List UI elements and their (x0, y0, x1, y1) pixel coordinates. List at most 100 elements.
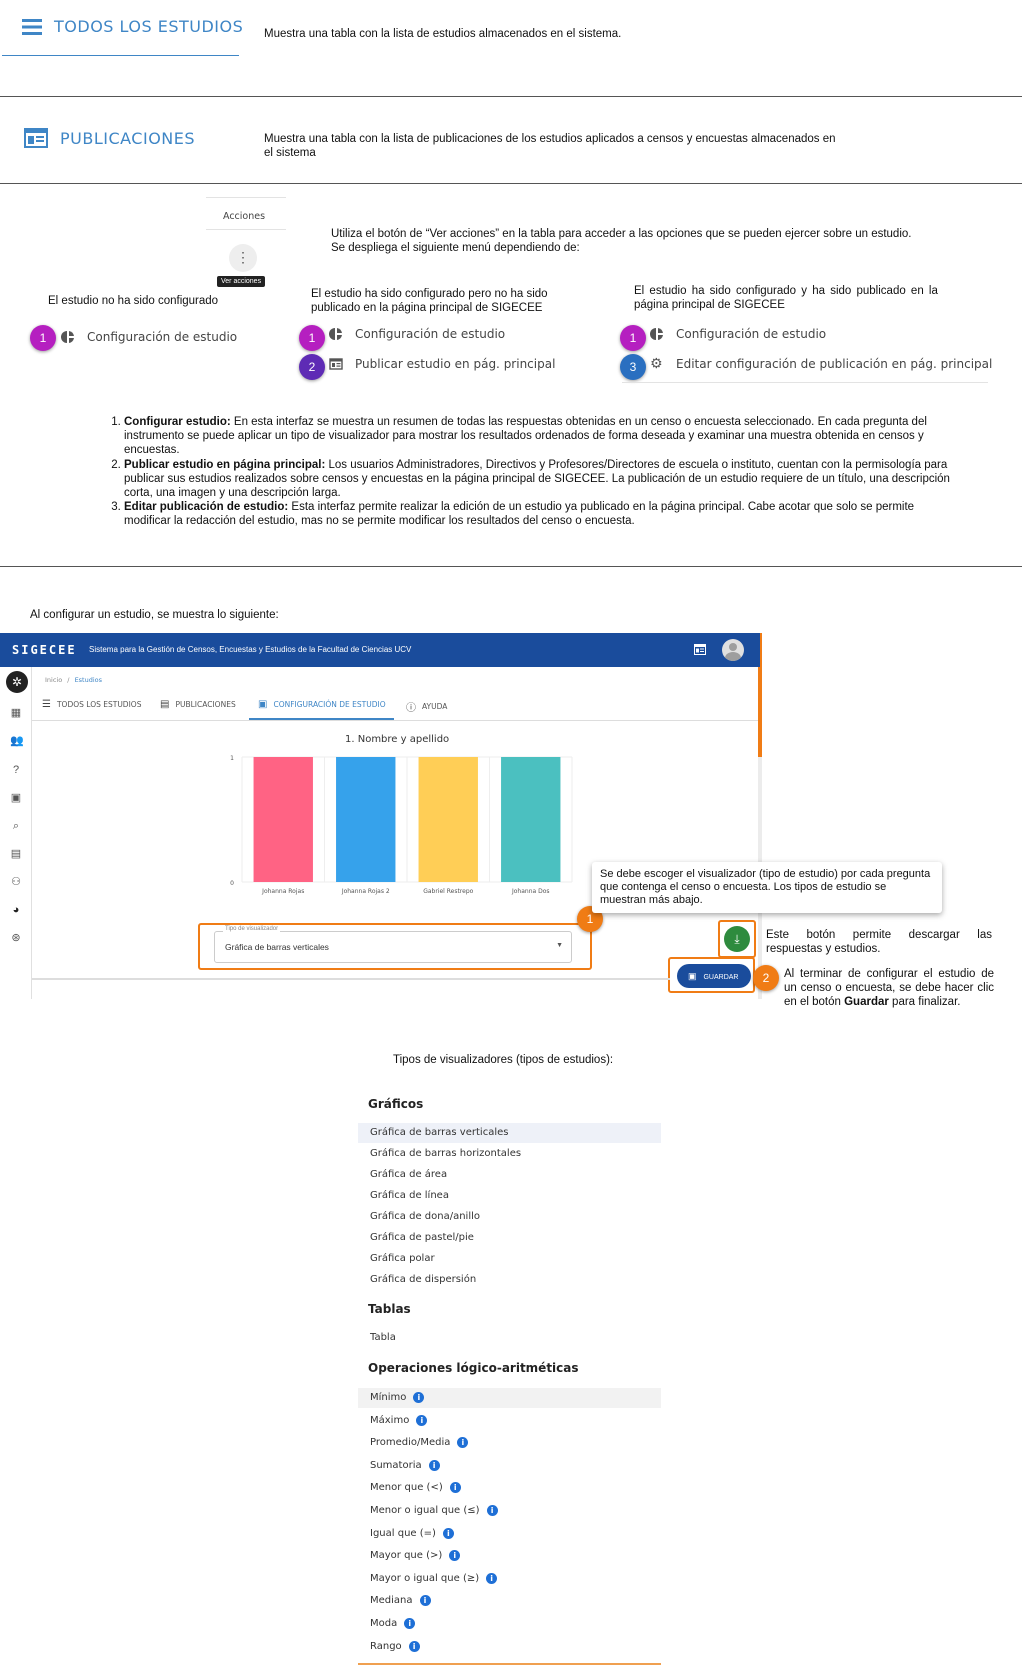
info-icon[interactable]: i (404, 1618, 416, 1629)
list-item-grafico[interactable]: Gráfica de dispersión (370, 1274, 476, 1285)
app-bar-scroll-accent (760, 633, 762, 667)
list-item-tabla[interactable]: Tabla (370, 1332, 396, 1343)
list-item-operacion[interactable]: Máximo i (370, 1414, 428, 1426)
tabs-bottom-line (32, 720, 758, 721)
publish-icon (329, 358, 343, 370)
list-item-grafico[interactable]: Gráfica de área (370, 1169, 447, 1180)
sidebar: ✲ ▦ 👥 ? ▣ ⌕ ▤ ⚇ ◕ ⊛ (0, 667, 32, 999)
publications-icon (24, 128, 48, 148)
operaciones-heading: Operaciones lógico-aritméticas (368, 1361, 579, 1375)
publications-icon[interactable] (694, 644, 706, 655)
app-subtitle: Sistema para la Gestión de Censos, Encue… (89, 645, 412, 654)
acciones-intro-2: Se despliega el siguiente menú dependien… (331, 242, 580, 254)
list-item-grafico[interactable]: Gráfica de barras verticales (370, 1127, 508, 1138)
info-icon[interactable]: i (486, 1505, 498, 1516)
case2-menu-item-publicar[interactable]: Publicar estudio en pág. principal (329, 357, 555, 371)
list-item-operacion[interactable]: Sumatoria i (370, 1459, 440, 1471)
operacion-label: Menor o igual que (≤) (370, 1505, 480, 1516)
help-icon[interactable]: ? (10, 764, 22, 776)
list-item-operacion[interactable]: Mínimo i (370, 1392, 425, 1403)
app-tab-publicaciones[interactable]: ▤ PUBLICACIONES (160, 699, 236, 710)
list-item-operacion[interactable]: Mediana i (370, 1595, 431, 1607)
list-item-grafico[interactable]: Gráfica de barras horizontales (370, 1148, 521, 1159)
search-icon[interactable]: ⌕ (10, 820, 22, 832)
info-icon[interactable]: i (486, 1572, 498, 1584)
list-item-operacion[interactable]: Promedio/Media i (370, 1437, 469, 1449)
case3-menu-item-configuracion[interactable]: Configuración de estudio (650, 327, 826, 341)
case2-title-1: El estudio ha sido configurado pero no h… (311, 288, 548, 300)
report-icon[interactable]: ▤ (10, 848, 22, 860)
settings-tab-icon: ▣ (258, 699, 268, 710)
publicaciones-description-2: el sistema (264, 147, 316, 159)
breadcrumb-home[interactable]: Inicio (45, 676, 62, 684)
save-note: Al terminar de configurar el estudio de … (784, 968, 994, 1008)
list-item-operacion[interactable]: Igual que (=) i (370, 1527, 454, 1539)
list-item-operacion[interactable]: Menor que (<) i (370, 1482, 461, 1494)
case3-badge-3: 3 (620, 354, 646, 380)
info-icon[interactable]: i (449, 1550, 461, 1562)
list-item-grafico[interactable]: Gráfica de línea (370, 1190, 449, 1201)
dashboard-icon[interactable]: ▦ (10, 707, 22, 719)
case3-title-2: página principal de SIGECEE (634, 299, 785, 311)
list-item-grafico[interactable]: Gráfica polar (370, 1253, 435, 1264)
app-bar: SIGECEE Sistema para la Gestión de Censo… (0, 633, 762, 667)
info-icon[interactable]: i (428, 1459, 440, 1471)
x-tick-label: Gabriel Restrepo (423, 888, 473, 895)
case1-menu-item-configuracion[interactable]: Configuración de estudio (61, 330, 237, 344)
acciones-header: Acciones (223, 211, 266, 222)
x-tick-label: Johanna Dos (511, 888, 550, 895)
y-tick-label: 1 (230, 755, 234, 762)
avatar[interactable] (722, 639, 744, 661)
pie-chart-icon[interactable]: ◕ (10, 904, 22, 916)
list-item-operacion[interactable]: Mayor que (>) i (370, 1550, 461, 1562)
list-item-operacion[interactable]: Moda i (370, 1618, 416, 1629)
visualizers-heading: Tipos de visualizadores (tipos de estudi… (393, 1054, 614, 1066)
todos-section: TODOS LOS ESTUDIOS Muestra una tabla con… (0, 0, 1022, 60)
app-tab-ayuda[interactable]: ⓘ AYUDA (406, 699, 447, 714)
app-scrollbar[interactable] (758, 667, 762, 999)
list-item-grafico[interactable]: Gráfica de dona/anillo (370, 1211, 480, 1222)
operacion-label: Sumatoria (370, 1459, 422, 1471)
content-bottom-line (32, 978, 670, 980)
case2-badge-2: 2 (299, 354, 325, 380)
pie-chart-icon (329, 328, 342, 340)
app-tab-configuracion[interactable]: ▣ CONFIGURACIÓN DE ESTUDIO (258, 699, 386, 710)
info-icon[interactable]: i (419, 1595, 431, 1607)
info-icon[interactable]: i (408, 1640, 420, 1652)
operacion-label: Moda (370, 1618, 398, 1629)
groups-icon[interactable]: ⚇ (10, 876, 22, 888)
operacion-label: Mínimo (370, 1392, 407, 1403)
bar (418, 757, 478, 882)
list-item-operacion[interactable]: Mayor o igual que (≥) i (370, 1572, 498, 1584)
more-vert-icon[interactable]: ⋮ (229, 244, 257, 272)
info-icon[interactable]: i (457, 1437, 469, 1449)
menu-icon: ☰ (42, 699, 51, 710)
bar (336, 757, 396, 882)
bar-chart: 0 1 Johanna Rojas Johanna Rojas 2 Gabriel Re… (230, 755, 573, 895)
info-icon[interactable]: i (449, 1482, 461, 1494)
globe-icon[interactable]: ⊛ (10, 932, 22, 944)
case3-title-1: El estudio ha sido configurado y ha sido… (634, 285, 938, 297)
app-tab-todos[interactable]: ☰ TODOS LOS ESTUDIOS (42, 699, 141, 710)
operacion-label: Rango (370, 1640, 402, 1652)
list-item-grafico[interactable]: Gráfica de pastel/pie (370, 1232, 474, 1243)
list-item-operacion[interactable]: Menor o igual que (≤) i (370, 1505, 498, 1516)
users-icon[interactable]: 👥 (10, 735, 24, 747)
case3-menu-item-editar[interactable]: ⚙ Editar configuración de publicación en… (650, 357, 992, 371)
operacion-label: Máximo (370, 1414, 410, 1426)
case3-item-1-label: Configuración de estudio (676, 327, 827, 341)
publications-icon: ▤ (160, 699, 170, 710)
surveys-icon[interactable]: ▣ (10, 792, 22, 804)
acciones-intro-1: Utiliza el botón de “Ver acciones” en la… (331, 228, 912, 240)
operacion-label: Mediana (370, 1595, 413, 1607)
info-icon[interactable]: i (413, 1392, 425, 1403)
case2-menu-item-configuracion[interactable]: Configuración de estudio (329, 327, 505, 341)
x-tick-label: Johanna Rojas 2 (341, 888, 390, 895)
todos-tab-title[interactable]: TODOS LOS ESTUDIOS (54, 17, 243, 36)
menu-icon (22, 19, 42, 35)
list-item-operacion[interactable]: Rango i (370, 1640, 420, 1652)
info-icon[interactable]: i (442, 1527, 454, 1539)
info-icon[interactable]: i (416, 1414, 428, 1426)
publicaciones-tab-title[interactable]: PUBLICACIONES (60, 129, 195, 148)
breadcrumb-current[interactable]: Estudios (75, 676, 102, 684)
